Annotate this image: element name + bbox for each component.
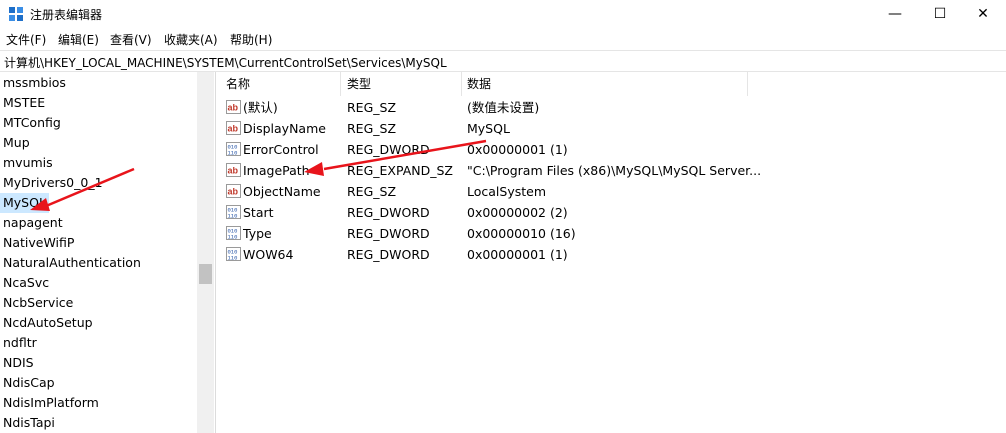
binary-value-icon: 010110 <box>226 205 241 219</box>
tree-item[interactable]: NdisImPlatform <box>0 393 102 413</box>
tree-item[interactable]: NcbService <box>0 293 76 313</box>
value-row[interactable]: 010 110 ErrorControl REG_DWORD 0x00000001… <box>220 139 1006 160</box>
value-row[interactable]: ab DisplayName REG_SZ MySQL <box>220 118 1006 139</box>
window-title: 注册表编辑器 <box>30 8 103 22</box>
value-row[interactable]: 010 110 Type REG_DWORD 0x00000010 (16) <box>220 223 1006 244</box>
tree-item[interactable]: NdisCap <box>0 373 58 393</box>
value-row[interactable]: 010 110 WOW64 REG_DWORD 0x00000001 (1) <box>220 244 1006 265</box>
string-value-icon: ab <box>226 163 241 177</box>
key-tree: mssmbios MSTEE MTConfig Mup mvumis MyDri… <box>0 72 216 433</box>
value-type: REG_DWORD <box>347 142 430 157</box>
tree-item[interactable]: NcaSvc <box>0 273 52 293</box>
value-type: REG_DWORD <box>347 205 430 220</box>
menu-favorites[interactable]: 收藏夹(A) <box>164 31 218 48</box>
tree-item[interactable]: MSTEE <box>0 93 48 113</box>
string-value-icon: ab <box>226 121 241 135</box>
tree-item[interactable]: mssmbios <box>0 73 69 93</box>
tree-item[interactable]: napagent <box>0 213 66 233</box>
minimize-icon: — <box>888 6 902 22</box>
value-data: 0x00000001 (1) <box>467 142 568 157</box>
svg-text:110: 110 <box>228 213 238 220</box>
svg-text:ab: ab <box>228 124 239 134</box>
value-name: ErrorControl <box>243 142 319 157</box>
value-row[interactable]: ab (默认) REG_SZ (数值未设置) <box>220 97 1006 118</box>
tree-item-mysql-selected[interactable]: MySQL <box>0 193 49 213</box>
menu-bar: 文件(F) 编辑(E) 查看(V) 收藏夹(A) 帮助(H) <box>0 28 1006 48</box>
close-button[interactable]: ✕ <box>960 0 1006 28</box>
binary-value-icon: 010110 <box>226 142 241 156</box>
value-name: ObjectName <box>243 184 321 199</box>
value-data: LocalSystem <box>467 184 547 199</box>
maximize-button[interactable]: ☐ <box>917 0 963 28</box>
value-row[interactable]: ab ObjectName REG_SZ LocalSystem <box>220 181 1006 202</box>
address-path: 计算机\HKEY_LOCAL_MACHINE\SYSTEM\CurrentCon… <box>4 56 447 70</box>
minimize-button[interactable]: — <box>872 0 918 28</box>
value-data: MySQL <box>467 121 510 136</box>
regedit-app-icon <box>9 7 23 21</box>
menu-view[interactable]: 查看(V) <box>110 31 152 48</box>
string-value-icon: ab <box>226 184 241 198</box>
value-row[interactable]: 010 110 Start REG_DWORD 0x00000002 (2) <box>220 202 1006 223</box>
svg-text:ab: ab <box>228 103 239 113</box>
value-data: "C:\Program Files (x86)\MySQL\MySQL Serv… <box>467 163 762 178</box>
value-name: Type <box>243 226 272 241</box>
tree-item[interactable]: NaturalAuthentication <box>0 253 144 273</box>
string-value-icon: ab <box>226 100 241 114</box>
tree-scrollbar[interactable] <box>197 72 214 433</box>
values-list: 名称 类型 数据 ab (默认) REG_SZ (数值未设置) ab Displ… <box>220 72 1006 433</box>
tree-item[interactable]: NdisTapi <box>0 413 58 433</box>
tree-item[interactable]: MyDrivers0_0_1 <box>0 173 106 193</box>
address-bar[interactable]: 计算机\HKEY_LOCAL_MACHINE\SYSTEM\CurrentCon… <box>0 50 1006 72</box>
scrollbar-thumb[interactable] <box>199 264 212 284</box>
value-type: REG_SZ <box>347 121 397 136</box>
value-name: DisplayName <box>243 121 326 136</box>
value-data: 0x00000001 (1) <box>467 247 568 262</box>
value-name: (默认) <box>243 100 278 115</box>
value-type: REG_SZ <box>347 100 397 115</box>
value-type: REG_SZ <box>347 184 397 199</box>
value-type: REG_EXPAND_SZ <box>347 163 453 178</box>
column-header-name[interactable]: 名称 <box>220 72 341 96</box>
tree-item[interactable]: NativeWifiP <box>0 233 77 253</box>
maximize-icon: ☐ <box>933 6 947 22</box>
menu-file[interactable]: 文件(F) <box>6 31 46 48</box>
binary-value-icon: 010110 <box>226 247 241 261</box>
title-bar: 注册表编辑器 — ☐ ✕ <box>0 0 1006 28</box>
value-type: REG_DWORD <box>347 226 430 241</box>
svg-text:110: 110 <box>228 150 238 157</box>
column-header-type[interactable]: 类型 <box>341 72 462 96</box>
value-data: 0x00000010 (16) <box>467 226 576 241</box>
tree-item[interactable]: NcdAutoSetup <box>0 313 96 333</box>
menu-help[interactable]: 帮助(H) <box>230 31 272 48</box>
value-name: WOW64 <box>243 247 294 262</box>
value-name: ImagePath <box>243 163 310 178</box>
close-icon: ✕ <box>977 6 989 22</box>
svg-text:ab: ab <box>228 187 239 197</box>
menu-edit[interactable]: 编辑(E) <box>58 31 99 48</box>
tree-item[interactable]: mvumis <box>0 153 56 173</box>
svg-text:110: 110 <box>228 234 238 241</box>
tree-item[interactable]: ndfltr <box>0 333 40 353</box>
value-data: (数值未设置) <box>467 100 540 115</box>
value-row-imagepath[interactable]: ab ImagePath REG_EXPAND_SZ "C:\Program F… <box>220 160 1006 181</box>
value-data: 0x00000002 (2) <box>467 205 568 220</box>
svg-text:ab: ab <box>228 166 239 176</box>
value-type: REG_DWORD <box>347 247 430 262</box>
binary-value-icon: 010110 <box>226 226 241 240</box>
column-header-data[interactable]: 数据 <box>461 72 748 96</box>
svg-text:110: 110 <box>228 255 238 262</box>
tree-item[interactable]: NDIS <box>0 353 37 373</box>
tree-item[interactable]: Mup <box>0 133 33 153</box>
value-name: Start <box>243 205 274 220</box>
tree-item[interactable]: MTConfig <box>0 113 64 133</box>
